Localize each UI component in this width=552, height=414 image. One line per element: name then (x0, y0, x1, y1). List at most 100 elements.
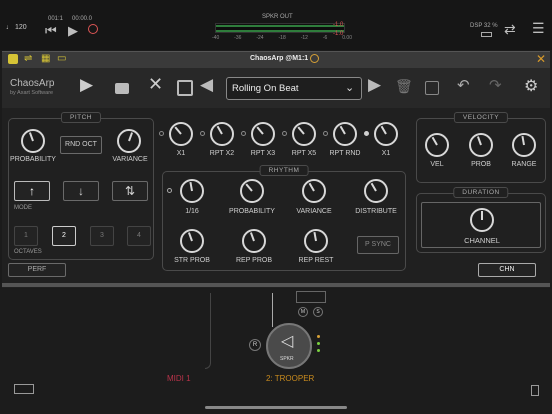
solo-button[interactable]: S (313, 307, 323, 317)
preset-name: Rolling On Beat (232, 83, 299, 94)
plugin-resize-bar[interactable] (2, 283, 550, 287)
repeat-x1-knob[interactable] (169, 122, 193, 146)
rhythm-variance-knob[interactable] (302, 179, 326, 203)
velocity-panel: VELOCITY VEL PROB RANGE (416, 112, 546, 183)
pitch-title: PITCH (61, 112, 101, 123)
rhythm-dot[interactable] (167, 188, 172, 193)
meter-peak-right: -1.0 (333, 31, 344, 37)
rhythm-probability-label: PROBABILITY (229, 208, 275, 215)
close-icon[interactable]: ✕ (536, 52, 546, 66)
rhythm-distribute-knob[interactable] (364, 179, 388, 203)
vel-knob[interactable] (425, 133, 449, 157)
rnd-oct-button[interactable]: RND OCT (60, 136, 102, 154)
rewind-icon[interactable]: ⏮ (45, 23, 57, 39)
grid-icon[interactable]: ▦ (41, 53, 50, 64)
record-arm-button[interactable]: R (249, 339, 261, 351)
repeat-x2-knob[interactable] (210, 122, 234, 146)
pitch-probability-label: PROBABILITY (10, 156, 56, 163)
play-icon[interactable]: ▶ (80, 75, 93, 95)
mute-button[interactable]: M (298, 307, 308, 317)
repeat-dot[interactable] (282, 131, 287, 136)
rep-prob-knob[interactable] (242, 229, 266, 253)
mode-label: MODE (14, 205, 32, 211)
keyboard-icon[interactable] (8, 54, 18, 64)
lock-icon[interactable] (115, 83, 129, 94)
plugin-instance-title: ChaosArp @M1:1 (250, 55, 309, 62)
undo-icon[interactable]: ↶ (457, 76, 470, 94)
home-indicator (205, 406, 347, 409)
velocity-title: VELOCITY (453, 112, 509, 123)
repeat-dot[interactable] (159, 131, 164, 136)
octaves-label: OCTAVES (14, 249, 42, 255)
repeat-dot[interactable] (241, 131, 246, 136)
plugin-title-bar: ⇌ ▦ ▭ ChaosArp @M1:1 ✕ (2, 51, 550, 68)
mode-up-button[interactable]: ↑ (14, 181, 50, 201)
keyboard-toggle-icon[interactable] (14, 384, 34, 394)
pitch-probability-knob[interactable] (21, 129, 45, 153)
vel-range-knob[interactable] (512, 133, 536, 157)
output-meter (215, 23, 345, 33)
meter-scale: -40 -36 -24 -18 -12 -6 0.00 (212, 35, 352, 41)
bookmark-icon[interactable] (531, 385, 539, 396)
p-sync-button[interactable]: P SYNC (357, 236, 399, 254)
preset-selector[interactable]: Rolling On Beat ⌄ (226, 77, 362, 100)
trooper-node-label[interactable]: 2: TROOPER (266, 374, 314, 383)
repeat-dot[interactable] (200, 131, 205, 136)
chn-button[interactable]: CHN (478, 263, 536, 277)
repeat-label: RPT X5 (291, 150, 317, 157)
redo-icon[interactable]: ↷ (489, 76, 502, 94)
gear-icon[interactable]: ⚙ (524, 76, 538, 96)
repeat-dot-active[interactable] (364, 131, 369, 136)
octave-4-button[interactable]: 4 (127, 226, 151, 246)
connection-line (272, 293, 273, 327)
mode-down-button[interactable]: ↓ (63, 181, 99, 201)
channel-label: CHANNEL (464, 236, 500, 245)
perf-button[interactable]: PERF (8, 263, 66, 277)
meter-title: SPKR OUT (262, 14, 293, 20)
channel-box: CHANNEL (421, 202, 541, 248)
repeat-label: X1 (381, 150, 391, 157)
plugin-body: ChaosArp by Axart Software ▶ ✕ ◀ Rolling… (2, 68, 550, 288)
play-icon[interactable]: ▶ (68, 23, 78, 39)
time-readout: 00:00.0 (72, 16, 93, 22)
close-x-icon[interactable]: ✕ (148, 74, 163, 95)
octave-1-button[interactable]: 1 (14, 226, 38, 246)
midi-node-label[interactable]: MIDI 1 (167, 374, 191, 383)
level-led (317, 335, 320, 338)
rhythm-probability-knob[interactable] (240, 179, 264, 203)
rep-rest-knob[interactable] (304, 229, 328, 253)
save-icon[interactable] (177, 80, 193, 96)
battery-icon (481, 32, 492, 37)
channel-knob[interactable] (470, 208, 494, 232)
next-preset-icon[interactable]: ▶ (368, 75, 381, 95)
mode-updown-button[interactable]: ⇅ (112, 181, 148, 201)
repeat-label: RPT X3 (250, 150, 276, 157)
speaker-node[interactable]: ◁ SPKR (266, 323, 312, 369)
node-menu-icon[interactable] (296, 291, 326, 303)
octave-2-button[interactable]: 2 (52, 226, 76, 246)
repeat-x5-knob[interactable] (292, 122, 316, 146)
previous-preset-icon[interactable]: ◀ (200, 75, 213, 95)
repeat-dot[interactable] (323, 131, 328, 136)
repeat-x3-knob[interactable] (251, 122, 275, 146)
rhythm-division-label: 1/16 (185, 208, 199, 215)
tempo-display[interactable]: ♩ 120 (6, 24, 27, 31)
vel-prob-knob[interactable] (469, 133, 493, 157)
power-icon[interactable] (310, 54, 319, 63)
folder-icon[interactable]: ▭ (57, 53, 66, 64)
octave-3-button[interactable]: 3 (90, 226, 114, 246)
routing-icon[interactable]: ⇄ (504, 21, 516, 38)
str-prob-knob[interactable] (180, 229, 204, 253)
repeat-label: X1 (176, 150, 186, 157)
expand-icon[interactable] (425, 81, 439, 95)
duration-panel: DURATION CHANNEL (416, 187, 546, 253)
rhythm-division-knob[interactable] (180, 179, 204, 203)
settings-sliders-icon[interactable]: ⇌ (24, 53, 32, 64)
repeat-rnd-knob[interactable] (333, 122, 357, 146)
menu-icon[interactable]: ☰ (532, 20, 545, 37)
vel-prob-label: PROB (471, 161, 491, 168)
record-icon[interactable] (88, 24, 98, 34)
trash-icon[interactable]: 🗑 (395, 78, 413, 95)
repeat-x1b-knob[interactable] (374, 122, 398, 146)
pitch-variance-knob[interactable] (117, 129, 141, 153)
